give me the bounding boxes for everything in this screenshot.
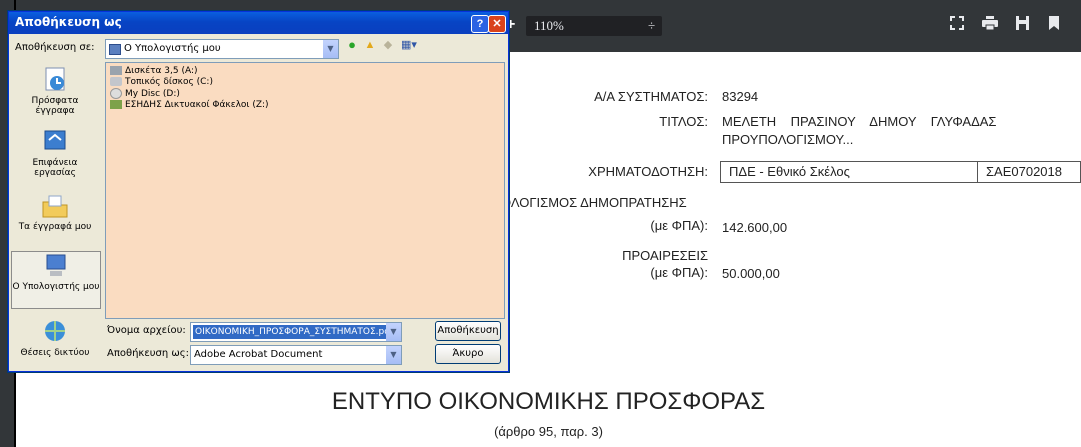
title-label: ΤΙΤΛΟΣ: [659, 114, 708, 129]
bookmark-icon[interactable] [1044, 16, 1064, 36]
system-no-label: Α/Α ΣΥΣΤΗΜΑΤΟΣ: [594, 89, 708, 104]
list-item[interactable]: My Disc (D:) [110, 88, 180, 99]
filename-value: ΟΙΚΟΝΟΜΙΚΗ_ΠΡΟΣΦΟΡΑ_ΣΥΣΤΗΜΑΤΟΣ.pdf [193, 325, 396, 339]
dialog-titlebar[interactable]: Αποθήκευση ως ? ✕ [9, 12, 508, 34]
zoom-value: 110% [534, 18, 564, 33]
cd-drive-icon [110, 88, 122, 99]
system-no-value: 83294 [722, 89, 759, 104]
fit-page-icon[interactable] [947, 16, 967, 36]
title-value-line2: ΠΡΟΥΠΟΛΟΓΙΣΜΟΥ... [722, 132, 854, 147]
budget-vat-label: (με ΦΠΑ): [650, 218, 708, 233]
download-icon[interactable] [1012, 16, 1032, 36]
computer-icon [109, 44, 121, 55]
budget-value: 142.600,00 [722, 220, 788, 235]
savetype-value: Adobe Acrobat Document [194, 349, 323, 360]
title-line1-text: ΜΕΛΕΤΗ ΠΡΑΣΙΝΟΥ ΔΗΜΟΥ ΓΛΥΦΑΔΑΣ [722, 114, 997, 129]
back-icon[interactable]: ● [345, 38, 359, 52]
save-button[interactable]: Αποθήκευση [435, 321, 501, 341]
options-vat-label: (με ΦΠΑ): [650, 265, 708, 280]
dialog-title: Αποθήκευση ως [15, 15, 122, 29]
file-list[interactable]: Δισκέτα 3,5 (A:) Τοπικός δίσκος (C:) My … [105, 62, 505, 319]
budget-label: ΟΛΟΓΙΣΜΟΣ ΔΗΜΟΠΡΑΤΗΣΗΣ [501, 195, 687, 210]
document-subheading: (άρθρο 95, παρ. 3) [494, 424, 603, 439]
place-my-documents-label: Τα έγγραφά μου [18, 222, 92, 232]
network-drive-icon [110, 100, 122, 109]
new-folder-icon[interactable]: ◆ [381, 38, 395, 52]
list-item[interactable]: ΕΣΗΔΗΣ Δικτυακοί Φάκελοι (Z:) [110, 100, 269, 110]
document-heading: ΕΝΤΥΠΟ ΟΙΚΟΝΟΜΙΚΗΣ ΠΡΟΣΦΟΡΑΣ [331, 388, 766, 415]
list-item[interactable]: Τοπικός δίσκος (C:) [110, 77, 213, 87]
hard-drive-icon [110, 77, 122, 86]
file-item-label: Δισκέτα 3,5 (A:) [125, 66, 198, 76]
network-places-icon [45, 321, 65, 341]
list-item[interactable]: Δισκέτα 3,5 (A:) [110, 66, 198, 76]
savetype-select[interactable]: Adobe Acrobat Document ▼ [190, 345, 402, 365]
cancel-button[interactable]: Άκυρο [435, 344, 501, 364]
place-network[interactable]: Θέσεις δικτύου [11, 318, 99, 358]
file-item-label: ΕΣΗΔΗΣ Δικτυακοί Φάκελοι (Z:) [125, 100, 269, 110]
save-in-value: Ο Υπολογιστής μου [124, 43, 221, 54]
savetype-label: Αποθήκευση ως: [107, 348, 189, 359]
place-my-computer-label: Ο Υπολογιστής μου [12, 282, 100, 292]
filename-label: Όνομα αρχείου: [107, 325, 186, 336]
title-value-line1: ΜΕΛΕΤΗ ΠΡΑΣΙΝΟΥ ΔΗΜΟΥ ΓΛΥΦΑΔΑΣ [722, 114, 996, 129]
my-computer-icon [46, 254, 66, 276]
options-value: 50.000,00 [722, 266, 780, 281]
place-recent[interactable]: Πρόσφατα έγγραφα [11, 66, 99, 116]
up-folder-icon[interactable]: ▲ [363, 38, 377, 52]
zoom-arrow: ÷ [648, 18, 656, 33]
places-bar: Πρόσφατα έγγραφα Επιφάνεια εργασίας Τα έ… [11, 62, 101, 365]
filename-field[interactable]: ΟΙΚΟΝΟΜΙΚΗ_ΠΡΟΣΦΟΡΑ_ΣΥΣΤΗΜΑΤΟΣ.pdf ▼ [190, 322, 402, 342]
floppy-icon [110, 66, 122, 75]
save-in-label: Αποθήκευση σε: [15, 42, 95, 53]
funding-label: ΧΡΗΜΑΤΟΔΟΤΗΣΗ: [588, 164, 708, 179]
recent-documents-icon [45, 67, 65, 91]
place-my-documents[interactable]: Τα έγγραφά μου [11, 192, 99, 232]
zoom-select[interactable]: 110% ÷ [526, 16, 662, 36]
print-icon[interactable] [980, 16, 1000, 36]
chevron-down-icon[interactable]: ▼ [386, 346, 401, 364]
help-button[interactable]: ? [471, 15, 489, 33]
place-desktop[interactable]: Επιφάνεια εργασίας [11, 128, 99, 178]
close-button[interactable]: ✕ [488, 15, 506, 33]
place-my-computer[interactable]: Ο Υπολογιστής μου [11, 251, 101, 309]
view-menu-icon[interactable]: ▦▾ [399, 38, 419, 52]
file-item-label: Τοπικός δίσκος (C:) [125, 77, 213, 87]
place-recent-label: Πρόσφατα έγγραφα [31, 96, 79, 116]
save-in-combo[interactable]: Ο Υπολογιστής μου ▼ [105, 39, 339, 59]
chevron-down-icon[interactable]: ▼ [323, 40, 338, 58]
my-documents-icon [42, 195, 68, 218]
options-label: ΠΡΟΑΙΡΕΣΕΙΣ [622, 248, 708, 263]
place-desktop-label: Επιφάνεια εργασίας [32, 158, 78, 178]
chevron-down-icon[interactable]: ▼ [386, 323, 401, 341]
place-network-label: Θέσεις δικτύου [20, 348, 90, 358]
funding-code: ΣΑΕ0702018 [977, 161, 1081, 183]
save-as-dialog: Αποθήκευση ως ? ✕ Αποθήκευση σε: Ο Υπολο… [8, 11, 509, 372]
file-item-label: My Disc (D:) [125, 89, 180, 99]
funding-value: ΠΔΕ - Εθνικό Σκέλος [720, 161, 978, 183]
desktop-icon [44, 130, 66, 150]
